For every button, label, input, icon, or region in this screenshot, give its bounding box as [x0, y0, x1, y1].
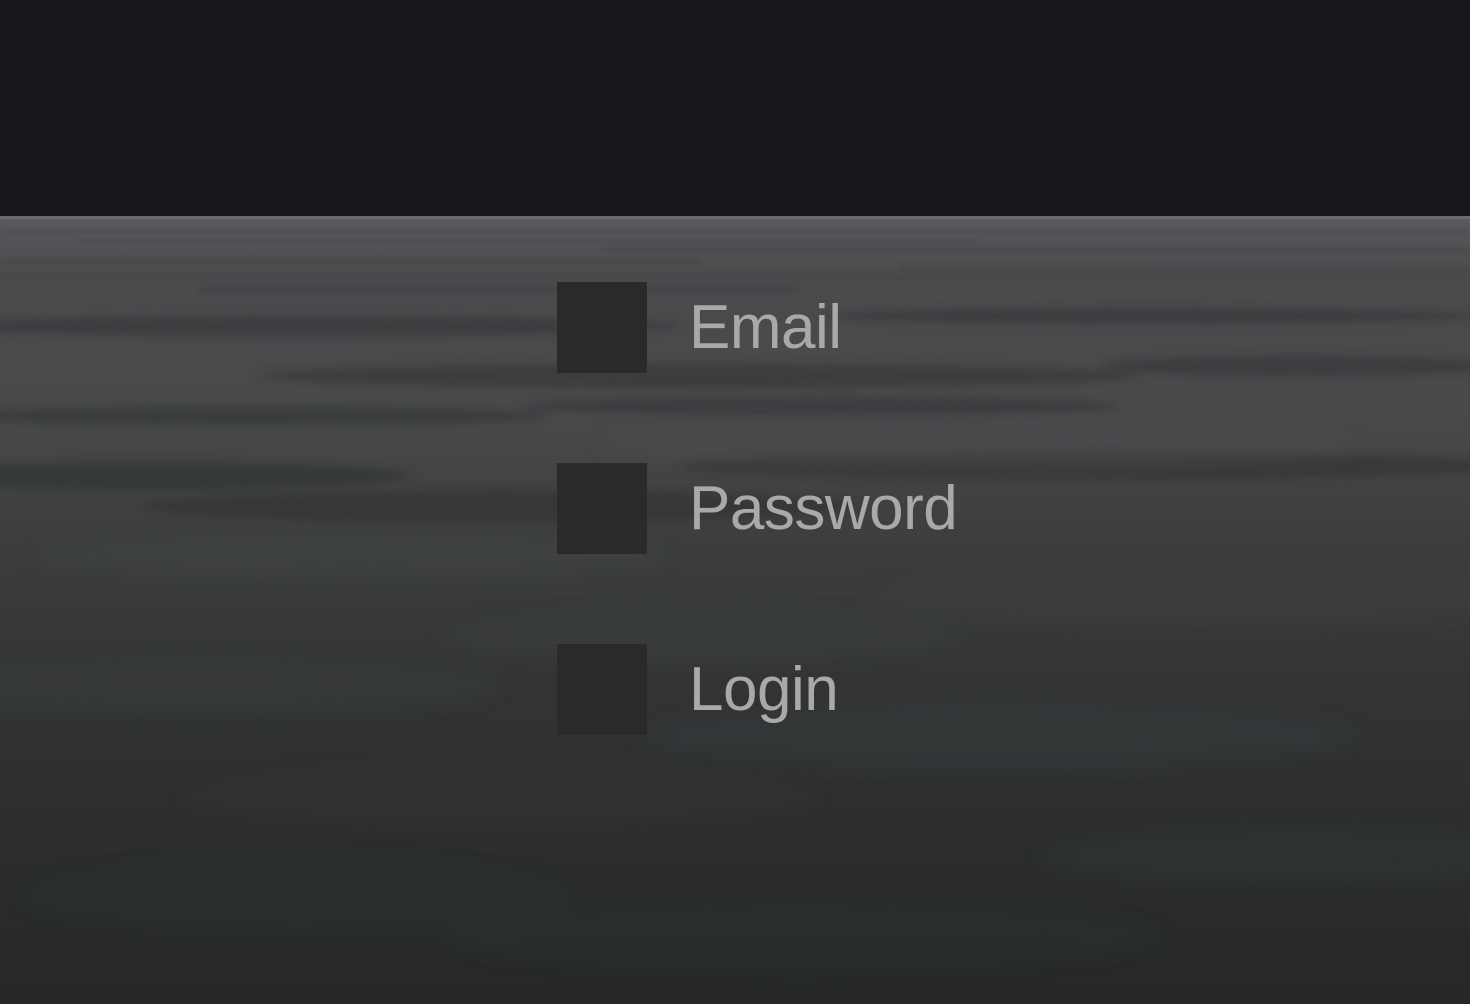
login-button-label[interactable]: Login — [689, 644, 839, 735]
night-sky-background — [0, 0, 1470, 216]
password-row: Password — [557, 463, 958, 554]
email-label: Email — [689, 293, 842, 362]
login-scene: Email Password Login — [0, 0, 1470, 1004]
login-row[interactable]: Login — [557, 644, 839, 735]
email-input-box[interactable] — [557, 282, 647, 373]
password-input-box[interactable] — [557, 463, 647, 554]
login-button-box[interactable] — [557, 644, 647, 735]
password-label: Password — [689, 474, 958, 543]
email-row: Email — [557, 282, 842, 373]
